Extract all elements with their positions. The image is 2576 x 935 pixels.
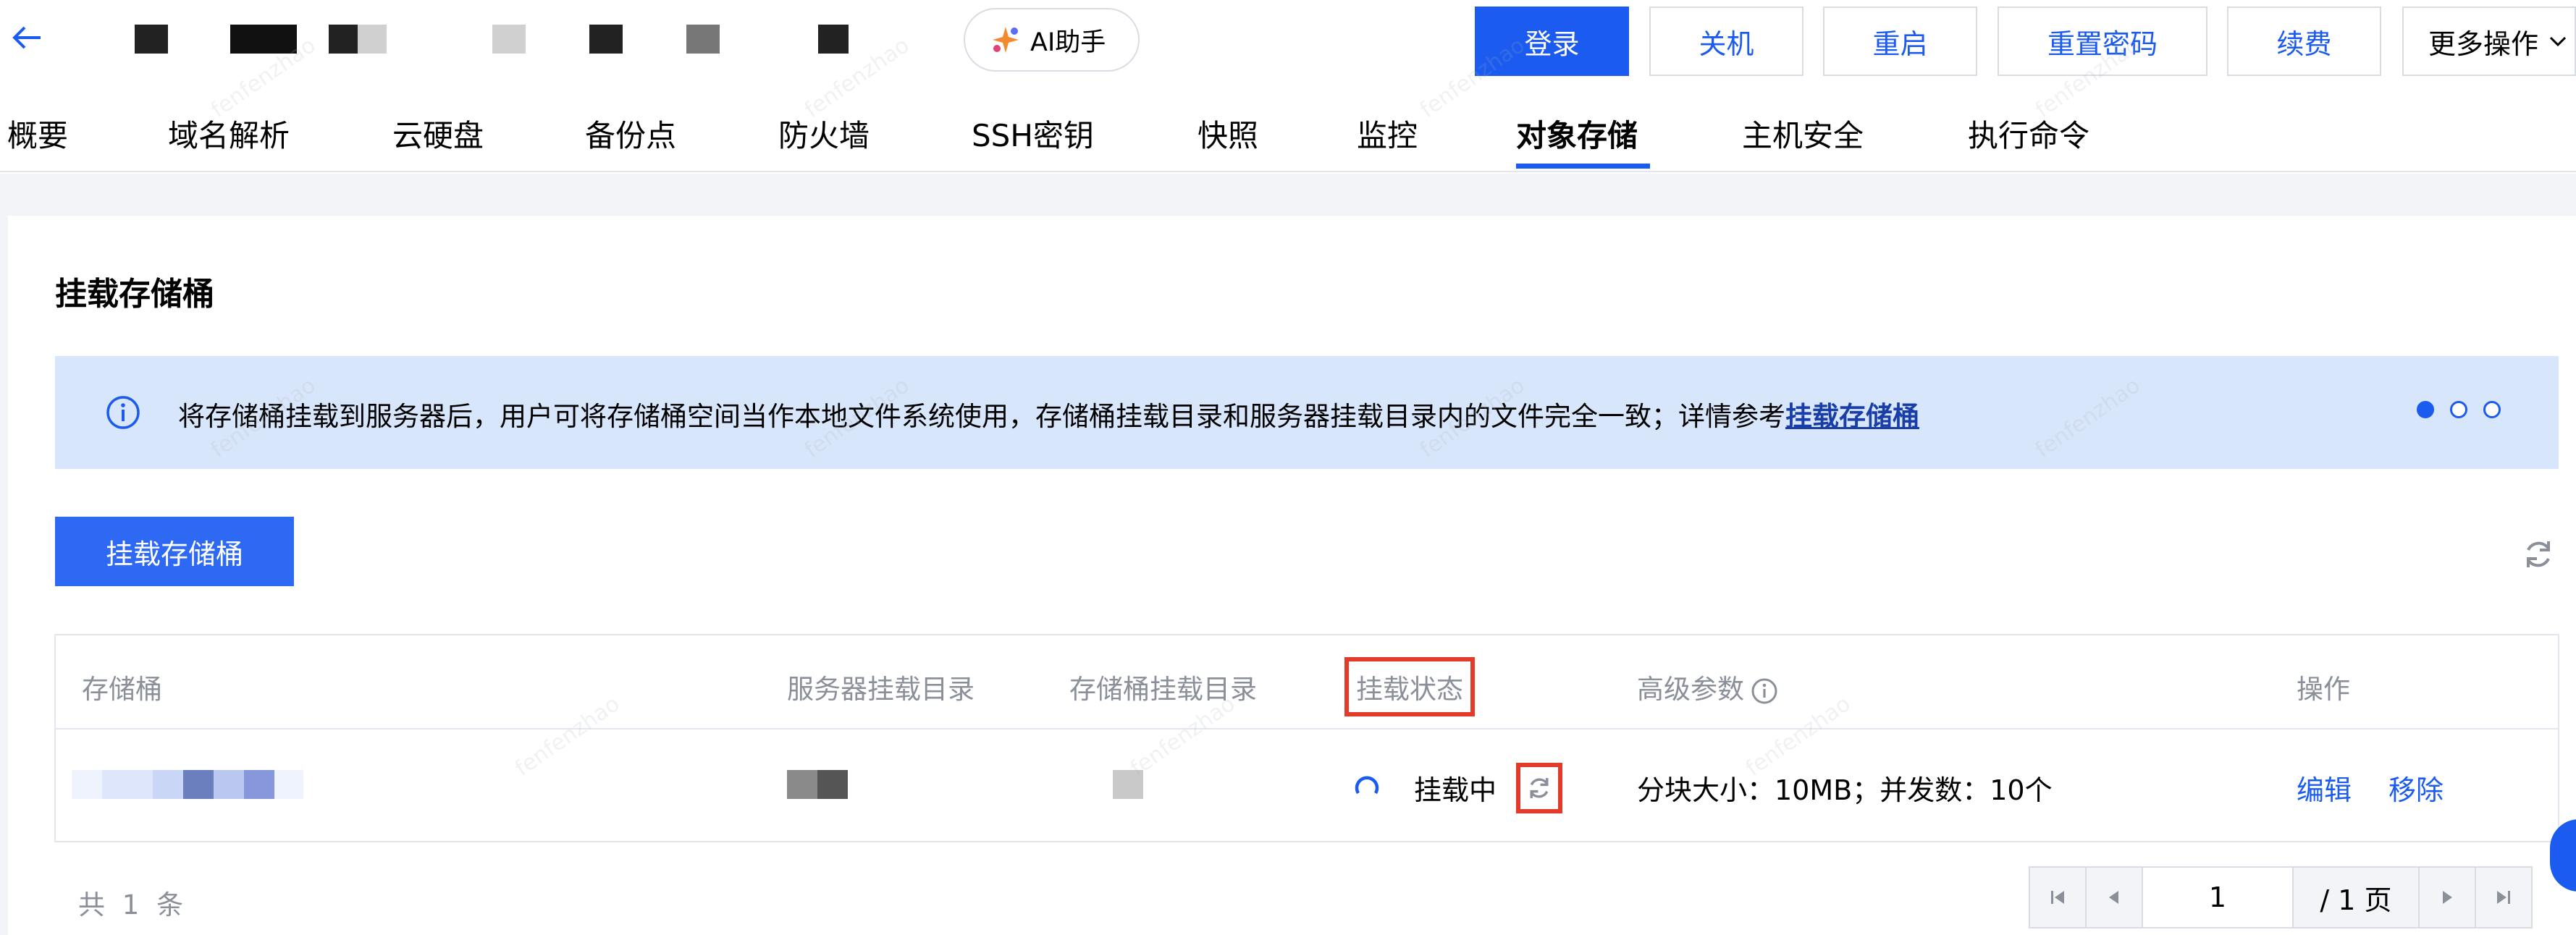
carousel-dots (2417, 401, 2501, 418)
more-actions-dropdown[interactable]: 更多操作 (2402, 7, 2576, 76)
tab-snapshots[interactable]: 快照 (1197, 111, 1258, 156)
carousel-dot-3[interactable] (2483, 401, 2501, 418)
restart-button[interactable]: 重启 (1823, 7, 1977, 76)
more-actions-label: 更多操作 (2428, 28, 2539, 60)
next-page-button[interactable] (2418, 866, 2476, 928)
carousel-dot-2[interactable] (2450, 401, 2467, 418)
tab-dns[interactable]: 域名解析 (168, 111, 290, 156)
next-page-icon (2443, 891, 2452, 904)
tab-object-storage[interactable]: 对象存储 (1516, 111, 1638, 156)
ai-assistant-button[interactable]: AI助手 (964, 8, 1140, 72)
active-tab-indicator (1516, 164, 1650, 169)
info-banner: 将存储桶挂载到服务器后，用户可将存储桶空间当作本地文件系统使用，存储桶挂载目录和… (55, 356, 2559, 469)
tabs-divider (0, 171, 2576, 172)
ai-sparkle-icon (993, 27, 1019, 53)
prev-page-button[interactable] (2085, 866, 2143, 928)
pagination: 1 / 1 页 (2029, 866, 2533, 928)
tab-run-command[interactable]: 执行命令 (1968, 111, 2089, 156)
advanced-params: 分块大小：10MB；并发数：10个 (1637, 774, 2053, 806)
table-header: 存储桶 服务器挂载目录 存储桶挂载目录 挂载状态 高级参数 操作 (56, 635, 2558, 729)
mount-bucket-button[interactable]: 挂载存储桶 (55, 517, 294, 586)
header-bucket: 存储桶 (82, 674, 162, 705)
info-banner-text: 将存储桶挂载到服务器后，用户可将存储桶空间当作本地文件系统使用，存储桶挂载目录和… (178, 394, 1919, 433)
last-page-icon (2497, 891, 2510, 904)
chevron-down-icon (2549, 36, 2567, 47)
header-mount-status: 挂载状态 (1344, 657, 1475, 716)
tab-host-security[interactable]: 主机安全 (1742, 111, 1864, 156)
first-page-icon (2051, 891, 2064, 904)
edit-link[interactable]: 编辑 (2297, 768, 2352, 808)
tab-ssh-keys[interactable]: SSH密钥 (972, 111, 1094, 156)
refresh-icon (1530, 778, 1549, 798)
page-input[interactable]: 1 (2142, 866, 2294, 928)
loading-spinner-icon (1355, 776, 1379, 795)
last-page-button[interactable] (2475, 866, 2533, 928)
notice-link[interactable]: 挂载存储桶 (1785, 401, 1919, 432)
refresh-icon[interactable] (2520, 536, 2557, 573)
tab-bar: 概要 域名解析 云硬盘 备份点 防火墙 SSH密钥 快照 监控 对象存储 主机安… (0, 101, 2576, 169)
renew-button[interactable]: 续费 (2227, 7, 2381, 76)
header-advanced: 高级参数 (1637, 667, 1779, 706)
info-circle-icon[interactable] (1750, 677, 1779, 706)
tab-backup[interactable]: 备份点 (585, 111, 676, 156)
carousel-dot-1[interactable] (2417, 401, 2434, 418)
prev-page-icon (2109, 891, 2118, 904)
total-count: 共 1 条 (78, 889, 188, 921)
header-actions: 操作 (2297, 674, 2350, 705)
first-page-button[interactable] (2029, 866, 2087, 928)
ai-assistant-label: AI助手 (1030, 28, 1106, 57)
mount-table: 存储桶 服务器挂载目录 存储桶挂载目录 挂载状态 高级参数 操作 挂载中 分块大… (54, 634, 2559, 842)
top-bar: AI助手 登录 关机 重启 重置密码 续费 更多操作 概要 域名解析 云硬盘 备… (0, 0, 2576, 174)
total-pages: / 1 页 (2292, 866, 2420, 928)
tab-overview[interactable]: 概要 (7, 111, 68, 156)
tab-monitoring[interactable]: 监控 (1357, 111, 1418, 156)
status-refresh-button[interactable] (1516, 763, 1562, 813)
back-arrow-icon[interactable] (6, 16, 49, 59)
mount-status-text: 挂载中 (1414, 774, 1497, 806)
tab-cloud-disk[interactable]: 云硬盘 (392, 111, 484, 156)
header-server-dir: 服务器挂载目录 (787, 674, 975, 705)
tab-firewall[interactable]: 防火墙 (778, 111, 870, 156)
info-icon (106, 396, 140, 429)
shutdown-button[interactable]: 关机 (1649, 7, 1803, 76)
remove-link[interactable]: 移除 (2388, 768, 2444, 808)
notice-text: 将存储桶挂载到服务器后，用户可将存储桶空间当作本地文件系统使用，存储桶挂载目录和… (178, 401, 1785, 432)
panel-title: 挂载存储桶 (55, 276, 214, 313)
header-advanced-label: 高级参数 (1637, 674, 1744, 705)
